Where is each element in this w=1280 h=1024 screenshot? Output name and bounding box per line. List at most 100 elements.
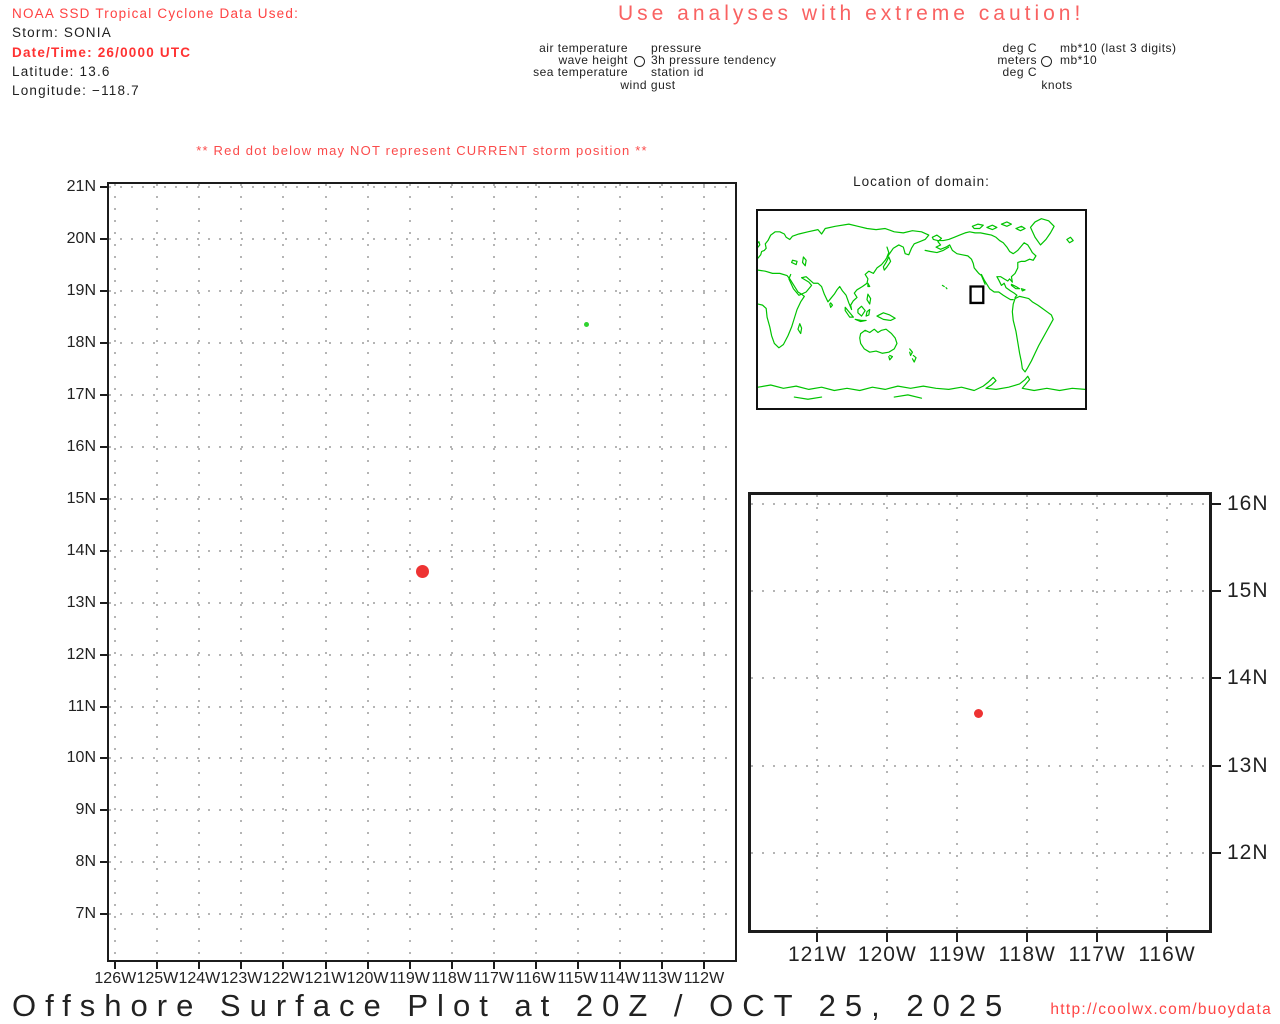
y-tick-mark	[100, 393, 107, 396]
y-tick-mark	[100, 445, 107, 448]
caspian-sea	[803, 257, 807, 266]
gridline-horizontal	[109, 653, 735, 656]
gridline-horizontal	[109, 705, 735, 708]
gridline-vertical	[198, 184, 201, 960]
gridline-vertical	[1026, 495, 1029, 930]
x-tick-mark	[886, 932, 889, 942]
gridline-vertical	[450, 184, 453, 960]
coastline-australia	[860, 329, 897, 353]
gridline-vertical	[956, 495, 959, 930]
gridline-vertical	[618, 184, 621, 960]
x-tick-mark	[492, 962, 495, 969]
y-tick-mark	[100, 861, 107, 864]
x-tick-label: 121W	[787, 943, 847, 966]
coastline-sumatra	[845, 307, 853, 317]
y-tick-mark	[100, 757, 107, 760]
gridline-vertical	[366, 184, 369, 960]
x-tick-mark	[114, 962, 117, 969]
world-map-svg	[758, 211, 1085, 408]
coastline-new-guinea	[877, 313, 895, 321]
legend-unit-sea-temperature: deg C	[1002, 65, 1037, 79]
coastline-eurasia	[758, 224, 929, 309]
coastline-britain	[758, 242, 760, 247]
gridline-vertical	[816, 495, 819, 930]
x-tick-mark	[366, 962, 369, 969]
y-tick-label: 18N	[66, 333, 96, 351]
gridline-horizontal	[109, 757, 735, 760]
gridline-vertical	[886, 495, 889, 930]
y-tick-mark	[100, 601, 107, 604]
y-tick-mark	[100, 186, 107, 189]
gridline-horizontal	[751, 502, 1209, 505]
gridline-horizontal	[109, 549, 735, 552]
gridline-horizontal	[109, 861, 735, 864]
gridline-vertical	[282, 184, 285, 960]
station-model-legend-units: deg C mb*10 (last 3 digits) meters mb*10…	[960, 42, 1280, 96]
gridline-vertical	[114, 184, 117, 960]
y-tick-mark	[100, 289, 107, 292]
gridline-vertical	[156, 184, 159, 960]
y-tick-mark	[100, 809, 107, 812]
gridline-horizontal	[109, 445, 735, 448]
y-tick-mark	[100, 705, 107, 708]
gridline-vertical	[408, 184, 411, 960]
gridline-vertical	[1096, 495, 1099, 930]
y-tick-label: 16N	[66, 437, 96, 455]
coastline-taiwan	[868, 283, 870, 286]
y-tick-label: 12N	[1227, 841, 1269, 865]
x-tick-label: 120W	[857, 943, 917, 966]
y-tick-label: 13N	[1227, 753, 1269, 777]
legend-station-id: station id	[651, 65, 705, 79]
station-circle-icon	[634, 56, 645, 67]
gridline-vertical	[492, 184, 495, 960]
coastline-south-america	[1012, 296, 1053, 372]
y-tick-mark	[1211, 764, 1221, 767]
y-tick-label: 17N	[66, 385, 96, 403]
gridline-horizontal	[109, 601, 735, 604]
coastline-new-zealand	[910, 349, 916, 362]
gridline-vertical	[240, 184, 243, 960]
gridline-horizontal	[109, 341, 735, 344]
y-tick-mark	[100, 653, 107, 656]
station-model-legend-labels: air temperature pressure wave height 3h …	[500, 42, 800, 96]
coastline-sri-lanka	[830, 303, 833, 307]
storm-longitude: Longitude: −118.7	[12, 83, 140, 99]
coastline-caribbean	[1011, 284, 1025, 291]
coastline-iceland	[1067, 237, 1073, 242]
y-tick-mark	[1211, 502, 1221, 505]
gridline-horizontal	[109, 393, 735, 396]
legend-unit-pressure-tendency: mb*10	[1060, 53, 1098, 67]
x-tick-label: 112W	[683, 970, 725, 987]
x-tick-mark	[618, 962, 621, 969]
storm-position-warning: ** Red dot below may NOT represent CURRE…	[196, 143, 648, 158]
info-title: NOAA SSD Tropical Cyclone Data Used:	[12, 6, 300, 21]
y-tick-label: 14N	[1227, 666, 1269, 690]
y-tick-label: 7N	[75, 905, 96, 923]
storm-detail-plot: 121W 120W 119W 118W 117W 116W 16N 15N 14N 13N 12N	[748, 492, 1268, 966]
x-tick-mark	[408, 962, 411, 969]
gridline-horizontal	[109, 497, 735, 500]
buoydata-link[interactable]: http://coolwx.com/buoydata	[1050, 1001, 1272, 1019]
coastline-java	[855, 319, 866, 321]
storm-datetime: Date/Time: 26/0000 UTC	[12, 44, 192, 60]
coastline-greenland	[1031, 219, 1055, 245]
x-tick-mark	[1026, 932, 1029, 942]
arctic-islands	[972, 222, 1025, 231]
x-tick-mark	[1166, 932, 1169, 942]
x-tick-mark	[576, 962, 579, 969]
y-tick-label: 16N	[1227, 491, 1269, 515]
page-title: Offshore Surface Plot at 20Z / OCT 25, 2…	[12, 988, 1012, 1023]
coastline-speck	[583, 321, 589, 327]
coastline-tasmania	[889, 355, 893, 359]
gridline-horizontal	[109, 238, 735, 241]
y-tick-label: 20N	[66, 230, 96, 248]
coastline-africa	[758, 270, 804, 348]
coastline-philippines	[867, 294, 871, 304]
station-circle-icon	[1041, 56, 1052, 67]
gridline-horizontal	[109, 186, 735, 189]
x-tick-label: 117W	[1068, 943, 1126, 966]
x-tick-mark	[324, 962, 327, 969]
x-tick-mark	[816, 932, 819, 942]
coastline-borneo	[858, 306, 865, 316]
black-sea	[792, 260, 797, 264]
